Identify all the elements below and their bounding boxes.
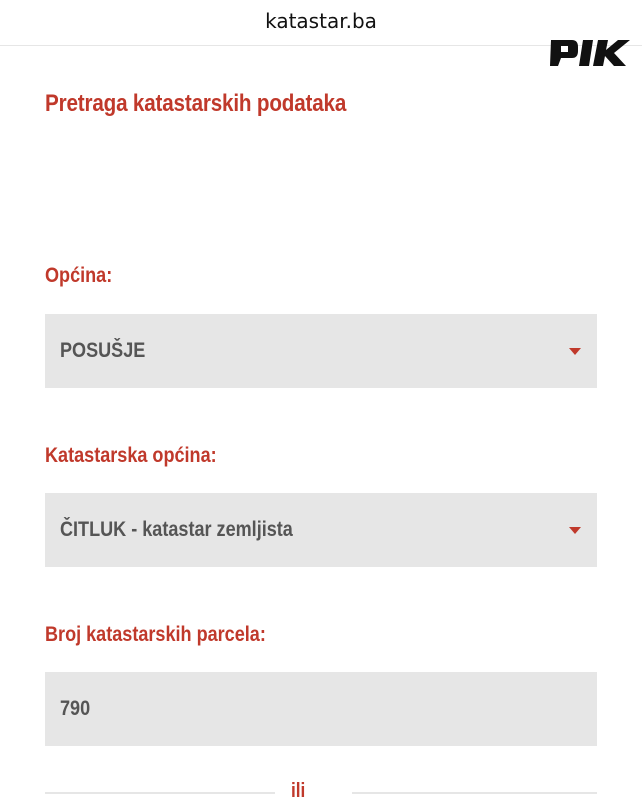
katastarska-opcina-select[interactable]: ČITLUK - katastar zemljista bbox=[45, 493, 597, 567]
caret-down-icon bbox=[569, 527, 581, 534]
pik-logo bbox=[550, 40, 630, 66]
page-title: Pretraga katastarskih podataka bbox=[45, 90, 347, 117]
broj-parcela-input[interactable]: 790 bbox=[45, 672, 597, 746]
katastarska-opcina-label: Katastarska općina: bbox=[45, 444, 217, 467]
url-text: katastar.ba bbox=[265, 8, 377, 33]
opcina-select-value: POSUŠJE bbox=[60, 339, 146, 362]
divider-line-left bbox=[45, 792, 275, 794]
divider-line-right bbox=[352, 792, 597, 794]
caret-down-icon bbox=[569, 348, 581, 355]
katastarska-opcina-select-value: ČITLUK - katastar zemljista bbox=[60, 518, 293, 541]
opcina-label: Općina: bbox=[45, 264, 113, 287]
opcina-select[interactable]: POSUŠJE bbox=[45, 314, 597, 388]
broj-parcela-label: Broj katastarskih parcela: bbox=[45, 623, 266, 646]
browser-url-bar[interactable]: katastar.ba bbox=[0, 0, 642, 46]
broj-parcela-input-value: 790 bbox=[60, 697, 91, 720]
